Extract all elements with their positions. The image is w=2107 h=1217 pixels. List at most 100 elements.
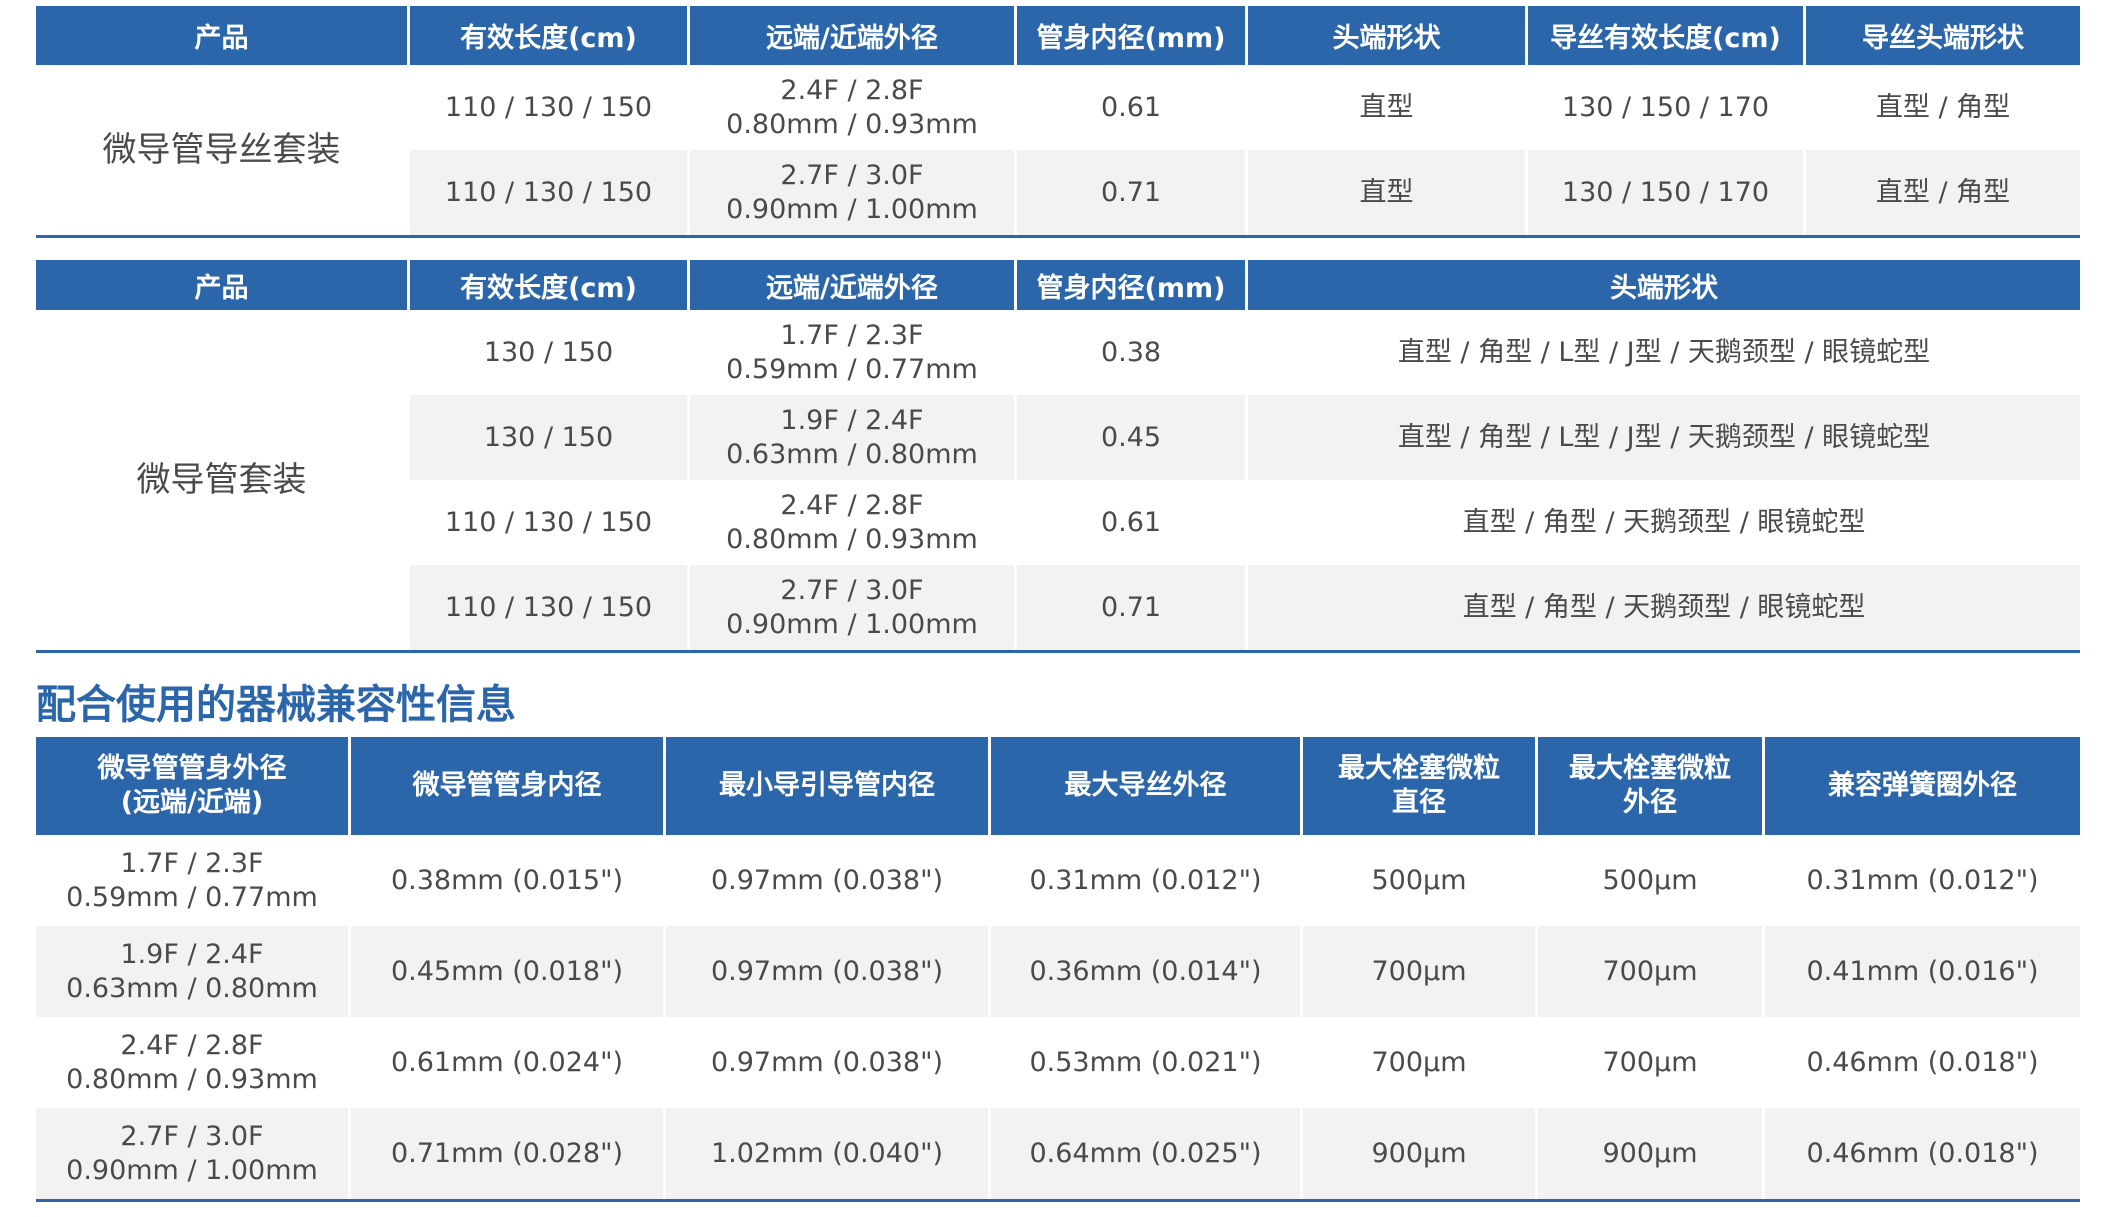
cell-guide-catheter-id: 1.02mm (0.040") — [666, 1108, 991, 1199]
cell-length: 110 / 130 / 150 — [410, 150, 690, 235]
od-mm: 0.80mm / 0.93mm — [726, 108, 978, 140]
table-row: 2.4F / 2.8F 0.80mm / 0.93mm 0.61mm (0.02… — [36, 1017, 2080, 1108]
cell-particle-od: 700µm — [1538, 1017, 1765, 1108]
cell-coil-od: 0.46mm (0.018") — [1806, 1046, 2039, 1078]
od-french: 1.9F / 2.4F — [120, 938, 264, 970]
header-min-guide-catheter-id: 最小导引导管内径 — [666, 737, 991, 835]
header-catheter-od: 微导管管身外径 (远端/近端) — [36, 737, 351, 835]
header-product: 产品 — [36, 6, 410, 65]
cell-outer-diameter: 2.4F / 2.8F 0.80mm / 0.93mm — [690, 480, 1017, 565]
od-french: 2.7F / 3.0F — [780, 574, 924, 606]
cell-inner-diameter: 0.61 — [1017, 480, 1248, 565]
cell-length: 110 / 130 / 150 — [410, 565, 690, 650]
header-tip-shape: 头端形状 — [1248, 6, 1528, 65]
od-french: 2.4F / 2.8F — [780, 74, 924, 106]
table-header-row: 产品 有效长度(cm) 远端/近端外径 管身内径(mm) 头端形状 — [36, 260, 2080, 310]
cell-coil-od: 0.46mm (0.018") — [1765, 1108, 2080, 1199]
table-row: 2.7F / 3.0F 0.90mm / 1.00mm 0.71mm (0.02… — [36, 1108, 2080, 1199]
cell-particle-od: 700µm — [1538, 926, 1765, 1017]
cell-guidewire-od: 0.31mm (0.012") — [991, 835, 1303, 926]
spec-page: 产品 有效长度(cm) 远端/近端外径 管身内径(mm) 头端形状 导丝有效长度… — [36, 6, 2080, 1202]
header-line: 微导管管身外径 — [97, 753, 287, 784]
header-outer-diameter: 远端/近端外径 — [690, 6, 1017, 65]
cell-catheter-id: 0.45mm (0.018") — [351, 926, 666, 1017]
cell-guidewire-od: 0.64mm (0.025") — [991, 1108, 1303, 1199]
cell-guide-catheter-id: 0.97mm (0.038") — [666, 1017, 991, 1108]
cell-catheter-od: 1.7F / 2.3F 0.59mm / 0.77mm — [36, 835, 351, 926]
header-line: (远端/近端) — [120, 787, 264, 818]
od-mm: 0.59mm / 0.77mm — [66, 881, 318, 913]
header-line: 直径 — [1392, 787, 1446, 818]
header-line: 最大栓塞微粒 — [1569, 753, 1731, 784]
cell-inner-diameter: 0.38 — [1017, 310, 1248, 395]
cell-guidewire-od: 0.36mm (0.014") — [991, 926, 1303, 1017]
cell-particle-diameter: 700µm — [1303, 926, 1538, 1017]
od-french: 1.9F / 2.4F — [780, 404, 924, 436]
header-guidewire-length: 导丝有效长度(cm) — [1528, 6, 1806, 65]
cell-guide-catheter-id: 0.97mm (0.038") — [666, 926, 991, 1017]
header-max-guidewire-od: 最大导丝外径 — [991, 737, 1303, 835]
header-inner-diameter: 管身内径(mm) — [1017, 260, 1248, 310]
cell-particle-diameter: 900µm — [1303, 1108, 1538, 1199]
cell-catheter-id: 0.38mm (0.015") — [351, 835, 666, 926]
od-french: 2.7F / 3.0F — [120, 1120, 264, 1152]
cell-inner-diameter: 0.71 — [1017, 150, 1248, 235]
cell-length: 130 / 150 — [410, 310, 690, 395]
header-max-particle-od: 最大栓塞微粒 外径 — [1538, 737, 1765, 835]
header-inner-diameter: 管身内径(mm) — [1017, 6, 1248, 65]
table-row: 1.7F / 2.3F 0.59mm / 0.77mm 0.38mm (0.01… — [36, 835, 2080, 926]
cell-particle-diameter: 700µm — [1303, 1017, 1538, 1108]
cell-inner-diameter: 0.61 — [1017, 65, 1248, 150]
header-catheter-id: 微导管管身内径 — [351, 737, 666, 835]
od-mm: 0.90mm / 1.00mm — [726, 608, 978, 640]
header-tip-shape: 头端形状 — [1248, 260, 2080, 310]
cell-catheter-od: 2.7F / 3.0F 0.90mm / 1.00mm — [36, 1108, 351, 1199]
header-max-particle-diameter: 最大栓塞微粒 直径 — [1303, 737, 1538, 835]
cell-outer-diameter: 2.4F / 2.8F 0.80mm / 0.93mm — [690, 65, 1017, 150]
cell-particle-od: 500µm — [1538, 835, 1765, 926]
cell-guidewire-od: 0.53mm (0.021") — [991, 1017, 1303, 1108]
cell-guidewire-tip: 直型 / 角型 — [1806, 150, 2080, 235]
cell-tip-shape: 直型 / 角型 / 天鹅颈型 / 眼镜蛇型 — [1248, 565, 2080, 650]
catheter-guidewire-kit-table: 产品 有效长度(cm) 远端/近端外径 管身内径(mm) 头端形状 导丝有效长度… — [36, 6, 2080, 238]
cell-outer-diameter: 1.9F / 2.4F 0.63mm / 0.80mm — [690, 395, 1017, 480]
cell-particle-diameter: 500µm — [1303, 835, 1538, 926]
od-french: 1.7F / 2.3F — [120, 847, 264, 879]
od-mm: 0.59mm / 0.77mm — [726, 353, 978, 385]
cell-inner-diameter: 0.45 — [1017, 395, 1248, 480]
cell-length: 110 / 130 / 150 — [410, 480, 690, 565]
cell-tip-shape: 直型 / 角型 / L型 / J型 / 天鹅颈型 / 眼镜蛇型 — [1248, 395, 2080, 480]
catheter-kit-table: 产品 有效长度(cm) 远端/近端外径 管身内径(mm) 头端形状 微导管套装 … — [36, 260, 2080, 653]
cell-guidewire-length: 130 / 150 / 170 — [1528, 150, 1806, 235]
cell-tip-shape: 直型 / 角型 / L型 / J型 / 天鹅颈型 / 眼镜蛇型 — [1397, 336, 1931, 368]
cell-outer-diameter: 2.7F / 3.0F 0.90mm / 1.00mm — [690, 150, 1017, 235]
compatibility-table: 微导管管身外径 (远端/近端) 微导管管身内径 最小导引导管内径 最大导丝外径 … — [36, 737, 2080, 1202]
cell-outer-diameter: 1.7F / 2.3F 0.59mm / 0.77mm — [690, 310, 1017, 395]
od-mm: 0.80mm / 0.93mm — [726, 523, 978, 555]
cell-outer-diameter: 2.7F / 3.0F 0.90mm / 1.00mm — [690, 565, 1017, 650]
header-outer-diameter: 远端/近端外径 — [690, 260, 1017, 310]
cell-particle-od: 900µm — [1538, 1108, 1765, 1199]
cell-catheter-od: 1.9F / 2.4F 0.63mm / 0.80mm — [36, 926, 351, 1017]
cell-catheter-id: 0.71mm (0.028") — [351, 1108, 666, 1199]
table-row: 微导管套装 130 / 150 1.7F / 2.3F 0.59mm / 0.7… — [36, 310, 2080, 650]
header-line: 最大栓塞微粒 — [1338, 753, 1500, 784]
product-name: 微导管导丝套装 — [36, 65, 410, 235]
product-name: 微导管套装 — [36, 310, 410, 650]
compatibility-section-title: 配合使用的器械兼容性信息 — [36, 682, 516, 728]
cell-coil-od: 0.31mm (0.012") — [1806, 864, 2039, 896]
table-row: 1.9F / 2.4F 0.63mm / 0.80mm 0.45mm (0.01… — [36, 926, 2080, 1017]
header-effective-length: 有效长度(cm) — [410, 260, 690, 310]
cell-tip-shape: 直型 / 角型 / 天鹅颈型 / 眼镜蛇型 — [1462, 506, 1866, 538]
header-effective-length: 有效长度(cm) — [410, 6, 690, 65]
od-mm: 0.63mm / 0.80mm — [66, 972, 318, 1004]
cell-tip-shape: 直型 — [1248, 65, 1528, 150]
od-mm: 0.90mm / 1.00mm — [726, 193, 978, 225]
od-french: 2.4F / 2.8F — [780, 489, 924, 521]
od-mm: 0.63mm / 0.80mm — [726, 438, 978, 470]
cell-guidewire-tip: 直型 / 角型 — [1875, 91, 2011, 123]
header-line: 外径 — [1623, 787, 1677, 818]
header-guidewire-tip: 导丝头端形状 — [1806, 6, 2080, 65]
cell-guide-catheter-id: 0.97mm (0.038") — [666, 835, 991, 926]
cell-guidewire-length: 130 / 150 / 170 — [1528, 65, 1806, 150]
